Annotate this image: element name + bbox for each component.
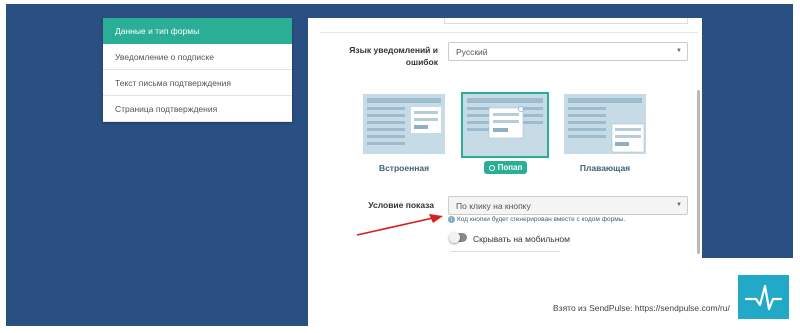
- hide-on-mobile-label: Скрывать на мобильном: [473, 234, 570, 244]
- chevron-down-icon: ▼: [676, 48, 682, 54]
- form-type-floating-label: Плавающая: [579, 163, 631, 173]
- scrollbar[interactable]: [697, 90, 700, 254]
- chevron-down-icon: ▼: [676, 202, 682, 208]
- toggle-knob: [449, 232, 460, 243]
- footer-area: [310, 258, 793, 326]
- sidebar-item-form-data[interactable]: Данные и тип формы: [103, 18, 292, 44]
- source-credit: Взято из SendPulse: https://sendpulse.co…: [553, 303, 730, 313]
- annotation-arrow: [356, 214, 443, 236]
- sidebar-item-subscription-notice[interactable]: Уведомление о подписке: [103, 44, 292, 70]
- form-type-popup-badge: Попап: [484, 161, 527, 174]
- sidebar-item-confirmation-page[interactable]: Страница подтверждения: [103, 96, 292, 122]
- field-underline: [450, 251, 560, 252]
- radio-icon: [488, 164, 495, 171]
- form-type-popup[interactable]: [461, 92, 549, 158]
- button-code-hint-text: Код кнопки будет сгенерирован вместе с к…: [457, 216, 626, 223]
- previous-field-edge: [444, 18, 688, 24]
- settings-sidebar: Данные и тип формы Уведомление о подписк…: [103, 18, 292, 122]
- sidebar-item-confirmation-email[interactable]: Текст письма подтверждения: [103, 70, 292, 96]
- embedded-form-icon: [363, 94, 445, 154]
- section-divider: [320, 32, 698, 33]
- display-condition-select[interactable]: По клику на кнопку ▼: [448, 196, 688, 215]
- hide-on-mobile-toggle[interactable]: [449, 232, 467, 243]
- button-code-hint: i Код кнопки будет сгенерирован вместе с…: [448, 216, 625, 223]
- language-select-value: Русский: [456, 47, 488, 57]
- display-condition-value: По клику на кнопку: [456, 201, 531, 211]
- form-type-popup-label: Попап: [497, 163, 523, 172]
- language-select[interactable]: Русский ▼: [448, 42, 688, 61]
- form-type-embedded[interactable]: [361, 92, 447, 156]
- sendpulse-logo-icon: [738, 275, 789, 319]
- form-type-embedded-label: Встроенная: [378, 163, 430, 173]
- display-condition-label: Условие показа: [368, 200, 434, 210]
- popup-form-icon: [463, 94, 547, 156]
- language-label: Язык уведомлений и ошибок: [349, 45, 438, 67]
- info-icon: i: [448, 216, 455, 223]
- floating-form-icon: [564, 94, 646, 154]
- form-type-floating[interactable]: [562, 92, 648, 156]
